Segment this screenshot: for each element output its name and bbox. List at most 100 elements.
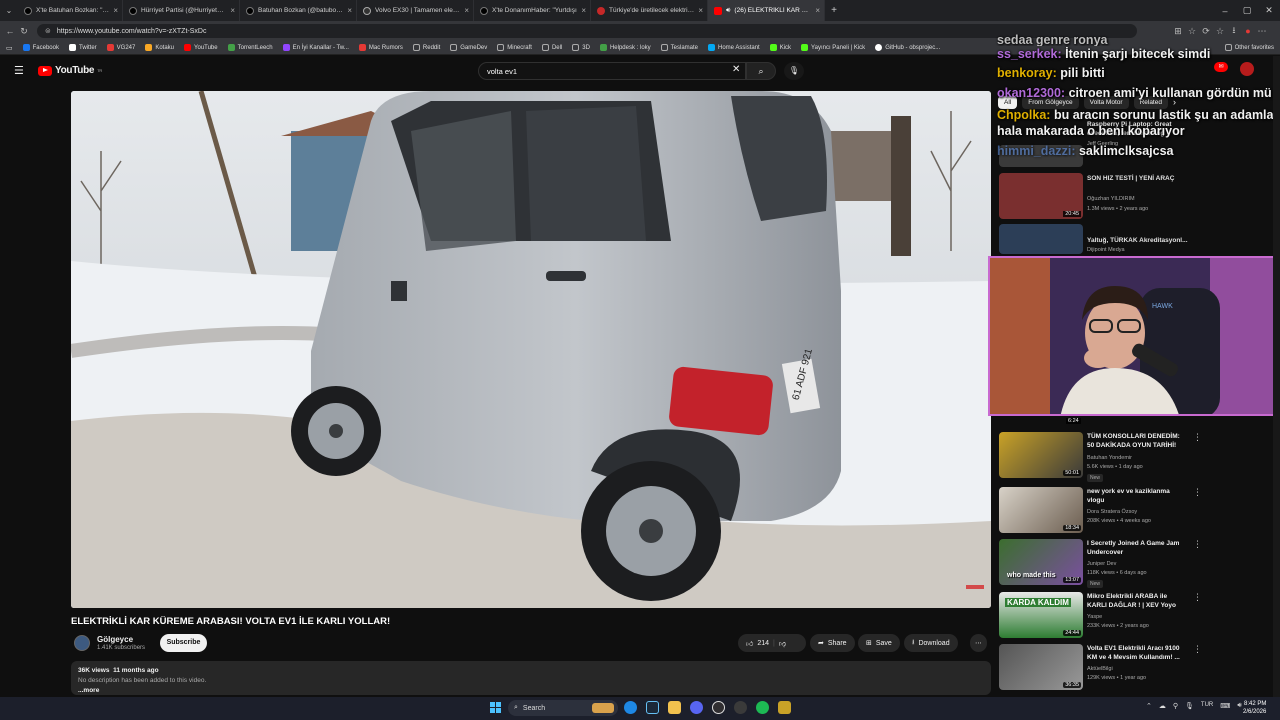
audio-icon[interactable]: 🔊︎: [726, 7, 730, 15]
rec-menu-icon[interactable]: ⋮: [1193, 539, 1202, 550]
bookmark-item[interactable]: 3D: [572, 44, 590, 51]
discord-icon[interactable]: [690, 701, 703, 714]
rec-title[interactable]: TÜM KONSOLLARI DENEDİM: 50 DAKİKADA OYUN…: [1087, 432, 1187, 450]
app-icon[interactable]: [778, 701, 791, 714]
page-scrollbar[interactable]: [1273, 56, 1280, 697]
bookmark-item[interactable]: Kotaku: [145, 44, 174, 51]
start-icon[interactable]: [490, 702, 501, 713]
like-icon[interactable]: 👍︎: [746, 639, 753, 648]
edge-icon[interactable]: [624, 701, 637, 714]
spotify-icon[interactable]: [756, 701, 769, 714]
language-indicator[interactable]: TUR: [1201, 702, 1213, 710]
rec-menu-icon[interactable]: ⋮: [1193, 487, 1202, 498]
close-tab-icon[interactable]: ×: [230, 6, 235, 15]
clock[interactable]: 8:42 PM 2/6/2026: [1243, 700, 1266, 716]
url-field[interactable]: ⊜ https://www.youtube.com/watch?v=-zXTZt…: [37, 24, 1137, 38]
site-info-icon[interactable]: ⊜: [45, 27, 51, 35]
rec-title[interactable]: new york ev ve kaziklanma vlogu: [1087, 487, 1187, 505]
close-tab-icon[interactable]: ×: [815, 6, 820, 15]
rec-thumbnail[interactable]: 18:34: [999, 487, 1083, 533]
steam-icon[interactable]: [646, 701, 659, 714]
close-tab-icon[interactable]: ×: [113, 6, 118, 15]
rec-thumbnail[interactable]: 50:01: [999, 432, 1083, 478]
rec-title[interactable]: I Secretly Joined A Game Jam Undercover: [1087, 539, 1187, 557]
rec-thumbnail[interactable]: KARDA KALDIM 24:44: [999, 592, 1083, 638]
subscribe-button[interactable]: Subscribe: [160, 634, 207, 652]
bookmark-item[interactable]: VG247: [106, 44, 135, 51]
file-explorer-icon[interactable]: [668, 701, 681, 714]
description-box[interactable]: 36K views 11 months ago No description h…: [71, 661, 991, 695]
usb-icon[interactable]: ⚲: [1173, 702, 1178, 710]
close-tab-icon[interactable]: ×: [698, 6, 703, 15]
bookmark-item[interactable]: GitHub - obsprojec...: [875, 44, 940, 51]
xbox-icon[interactable]: [734, 701, 747, 714]
volume-icon[interactable]: 🔊︎: [1237, 702, 1241, 710]
clear-search-icon[interactable]: ✕: [732, 64, 740, 75]
youtube-logo[interactable]: YouTube TR: [38, 65, 102, 76]
back-icon[interactable]: ←: [3, 26, 17, 36]
search-input[interactable]: volta ev1: [478, 62, 746, 80]
video-player[interactable]: 61 ADF 921: [71, 91, 991, 608]
bookmark-item[interactable]: En İyi Kanallar - Tw...: [282, 44, 349, 51]
rec-menu-icon[interactable]: ⋮: [1193, 592, 1202, 603]
bookmark-item[interactable]: Dell: [541, 44, 562, 51]
rec-title[interactable]: Mikro Elektrikli ARABA ile KARLI DAĞLAR …: [1087, 592, 1187, 610]
browser-tab[interactable]: Volvo EX30 | Tamamen elektrikli k×: [357, 0, 474, 21]
bookmark-item[interactable]: Reddit: [412, 44, 440, 51]
bookmark-item[interactable]: Helpdesk : loky: [599, 44, 651, 51]
rec-channel[interactable]: Yaspe: [1087, 614, 1102, 620]
bookmark-item[interactable]: Home Assistant: [708, 44, 760, 51]
recommendation-item[interactable]: 50:01 TÜM KONSOLLARI DENEDİM: 50 DAKİKAD…: [999, 432, 1279, 482]
network-icon[interactable]: ⌨: [1220, 702, 1230, 710]
browser-tab[interactable]: X'te Batuhan Bozkan: "Paypal, Ap×: [18, 0, 123, 21]
bookmark-item[interactable]: Kick: [769, 44, 791, 51]
search-button[interactable]: ⌕: [746, 62, 776, 80]
share-button[interactable]: ➦ Share: [810, 634, 855, 652]
refresh-icon[interactable]: ↻: [17, 26, 31, 37]
bookmark-item[interactable]: Twitter: [68, 44, 97, 51]
bookmark-item[interactable]: YouTube: [184, 44, 218, 51]
recommendation-item[interactable]: who made this 13:07 I Secretly Joined A G…: [999, 539, 1279, 588]
rec-channel[interactable]: Batuhan Yondemir: [1087, 455, 1132, 461]
bookmark-item[interactable]: Yayıncı Paneli | Kick: [801, 44, 865, 51]
bookmark-item[interactable]: Mac Rumors: [358, 44, 403, 51]
browser-tab[interactable]: Hürriyet Partisi (@HurriyetPartiIl) ×: [123, 0, 240, 21]
browser-tab-active[interactable]: 🔊︎(26) ELEKTRİKLİ KAR KÜREM×: [708, 0, 825, 21]
close-tab-icon[interactable]: ×: [347, 6, 352, 15]
notification-icon[interactable]: ✉: [1214, 62, 1228, 72]
tab-actions-icon[interactable]: ⌄: [0, 6, 18, 15]
browser-tab[interactable]: Türkiye'de üretilecek elektrikli Hy ×: [591, 0, 708, 21]
bookmarks-folder-icon[interactable]: ▭: [6, 44, 13, 52]
mic-icon[interactable]: 🎙︎: [1185, 702, 1194, 710]
like-count[interactable]: 214: [757, 640, 769, 647]
close-tab-icon[interactable]: ×: [464, 6, 469, 15]
channel-name[interactable]: Gölgeyce: [97, 635, 133, 644]
rec-channel[interactable]: Juniper Dev: [1087, 561, 1116, 567]
show-more-link[interactable]: ...more: [78, 686, 984, 696]
maximize-icon[interactable]: ▢: [1236, 5, 1258, 16]
obs-icon[interactable]: [712, 701, 725, 714]
rec-thumbnail[interactable]: 36:35: [999, 644, 1083, 690]
user-avatar[interactable]: [1240, 62, 1254, 76]
browser-tab[interactable]: X'te DonanımHaber: "Yurtdışı ×: [474, 0, 591, 21]
rec-channel[interactable]: AktüelBilgi: [1087, 666, 1113, 672]
recommendation-item[interactable]: 36:35 Volta EV1 Elektrikli Aracı 9100 KM…: [999, 644, 1279, 692]
taskbar-search[interactable]: ⌕ Search: [508, 700, 618, 716]
dislike-icon[interactable]: 👎︎: [779, 639, 786, 648]
rec-channel[interactable]: Dora Stratera Özsoy: [1087, 509, 1137, 515]
hamburger-menu-icon[interactable]: ☰: [14, 64, 24, 77]
rec-menu-icon[interactable]: ⋮: [1193, 644, 1202, 655]
recommendation-item[interactable]: 18:34 new york ev ve kaziklanma vlogu Do…: [999, 487, 1279, 535]
more-actions-icon[interactable]: ⋯: [970, 634, 987, 652]
close-tab-icon[interactable]: ×: [581, 6, 586, 15]
browser-tab[interactable]: Batuhan Bozkan (@batubozkan) /×: [240, 0, 357, 21]
save-button[interactable]: ⊞ Save: [858, 634, 900, 652]
bookmark-item[interactable]: Facebook: [22, 44, 59, 51]
bookmark-item[interactable]: TorrentLeech: [227, 44, 273, 51]
rec-menu-icon[interactable]: ⋮: [1193, 432, 1202, 443]
bookmark-item[interactable]: Minecraft: [497, 44, 532, 51]
rec-thumbnail[interactable]: who made this 13:07: [999, 539, 1083, 585]
cloud-icon[interactable]: ☁: [1159, 702, 1166, 710]
tray-expand-icon[interactable]: ⌃: [1146, 702, 1152, 710]
close-window-icon[interactable]: ✕: [1258, 5, 1280, 16]
